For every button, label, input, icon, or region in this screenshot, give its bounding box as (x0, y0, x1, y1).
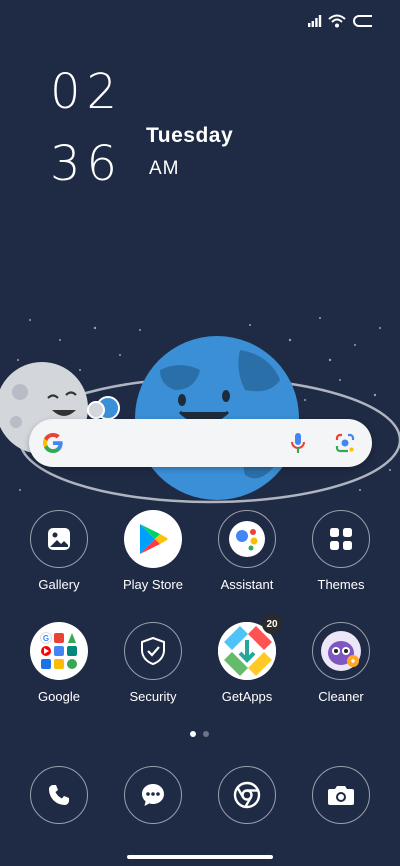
messages-icon[interactable] (124, 766, 182, 824)
app-label: Themes (317, 577, 365, 592)
battery-icon (353, 15, 372, 27)
app-getapps[interactable]: 20 GetApps (202, 614, 292, 704)
page-dot[interactable] (203, 731, 209, 737)
home-gesture-bar[interactable] (127, 855, 273, 859)
phone-icon[interactable] (30, 766, 88, 824)
dock-chrome[interactable] (202, 766, 292, 824)
app-cleaner[interactable]: Cleaner (296, 622, 386, 704)
wallpaper-illustration (0, 317, 400, 504)
app-security[interactable]: Security (108, 622, 198, 704)
signal-icon (308, 15, 322, 27)
svg-text:G: G (43, 634, 49, 643)
app-gallery[interactable]: Gallery (14, 510, 104, 592)
chrome-icon[interactable] (218, 766, 276, 824)
dock-phone[interactable] (14, 766, 104, 824)
google-lens-icon[interactable] (334, 432, 356, 454)
getapps-icon[interactable]: 20 (218, 614, 282, 680)
clock-meridiem: AM (149, 158, 180, 179)
page-dot-active[interactable] (190, 731, 196, 737)
app-label: Assistant (220, 577, 274, 592)
google-folder-icon[interactable]: G (30, 622, 88, 680)
play-store-icon[interactable] (124, 510, 182, 568)
app-assistant[interactable]: Assistant (202, 510, 292, 592)
status-bar (308, 14, 374, 28)
assistant-icon[interactable] (218, 510, 276, 568)
dock-camera[interactable] (296, 766, 386, 824)
app-label: Gallery (38, 577, 80, 592)
gallery-icon[interactable] (30, 510, 88, 568)
app-label: GetApps (221, 689, 273, 704)
google-g-icon (43, 433, 63, 453)
app-label: Play Store (123, 577, 183, 592)
app-themes[interactable]: Themes (296, 510, 386, 592)
clock-minutes[interactable]: 36 (50, 140, 123, 188)
clock-hours[interactable]: 02 (50, 68, 123, 116)
app-label: Cleaner (318, 689, 364, 704)
page-indicator[interactable] (190, 731, 209, 737)
cleaner-icon[interactable] (312, 622, 370, 680)
dock-messages[interactable] (108, 766, 198, 824)
google-search-bar[interactable] (29, 419, 372, 467)
app-google-folder[interactable]: G Google (14, 622, 104, 704)
themes-icon[interactable] (312, 510, 370, 568)
notification-badge: 20 (262, 614, 282, 634)
microphone-icon[interactable] (290, 431, 306, 455)
clock-day: Tuesday (146, 124, 234, 147)
shield-icon[interactable] (124, 622, 182, 680)
app-label: Google (38, 689, 80, 704)
wifi-icon (328, 14, 346, 28)
app-play-store[interactable]: Play Store (108, 510, 198, 592)
camera-icon[interactable] (312, 766, 370, 824)
app-label: Security (129, 689, 177, 704)
